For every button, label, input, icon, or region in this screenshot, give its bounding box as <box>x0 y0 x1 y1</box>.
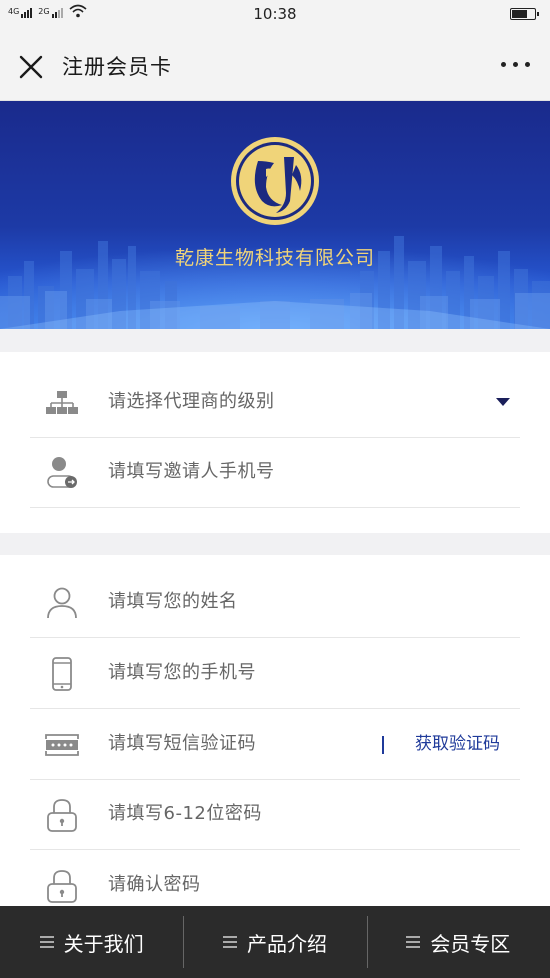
page-title: 注册会员卡 <box>62 55 172 79</box>
name-field[interactable]: 请填写您的姓名 <box>30 568 520 638</box>
user-icon <box>47 587 77 619</box>
phone-field[interactable]: 请填写您的手机号 <box>30 639 520 709</box>
company-logo <box>231 137 319 225</box>
tab-about-us[interactable]: 关于我们 <box>0 906 183 978</box>
name-placeholder: 请填写您的姓名 <box>108 591 238 612</box>
company-banner: 乾康生物科技有限公司 <box>0 101 550 329</box>
mobile-phone-icon <box>52 657 72 691</box>
clock: 10:38 <box>253 5 297 23</box>
sms-code-field[interactable]: 请填写短信验证码 获取验证码 <box>30 710 520 780</box>
agent-level-select[interactable]: 请选择代理商的级别 <box>30 368 520 438</box>
tab-label: 关于我们 <box>63 931 144 956</box>
password-placeholder: 请填写6-12位密码 <box>108 803 262 824</box>
close-icon[interactable] <box>14 50 48 84</box>
sms-code-placeholder: 请填写短信验证码 <box>108 733 256 754</box>
city-skyline-image <box>0 137 550 329</box>
invite-user-icon <box>47 457 77 488</box>
agent-level-placeholder: 请选择代理商的级别 <box>108 391 275 412</box>
phone-placeholder: 请填写您的手机号 <box>108 662 256 683</box>
tab-products[interactable]: 产品介绍 <box>183 906 366 978</box>
divider <box>382 736 384 754</box>
lock-icon <box>47 870 77 903</box>
menu-icon <box>39 936 54 948</box>
sms-code-icon <box>45 734 79 756</box>
company-name: 乾康生物科技有限公司 <box>174 247 375 269</box>
get-code-button[interactable]: 获取验证码 <box>415 710 500 778</box>
menu-icon <box>222 936 237 948</box>
more-dots-icon[interactable] <box>501 58 530 71</box>
chevron-down-icon[interactable] <box>496 398 510 406</box>
inviter-phone-placeholder: 请填写邀请人手机号 <box>108 461 275 482</box>
password-field[interactable]: 请填写6-12位密码 <box>30 780 520 850</box>
status-bar: 4G 2G 10:38 <box>0 0 550 30</box>
nav-bar: 注册会员卡 <box>0 30 550 101</box>
tab-label: 产品介绍 <box>246 931 327 956</box>
menu-icon <box>406 936 421 948</box>
bottom-tab-bar: 关于我们 产品介绍 会员专区 <box>0 906 550 978</box>
lock-icon <box>47 799 77 832</box>
inviter-phone-field[interactable]: 请填写邀请人手机号 <box>30 438 520 508</box>
tab-member-zone[interactable]: 会员专区 <box>366 906 550 978</box>
personal-info-section: 请填写您的姓名 请填写您的手机号 请填写短信验证码 获取验证码 请填写6-12位… <box>0 555 550 910</box>
battery-icon <box>510 8 539 20</box>
org-chart-icon <box>46 391 78 414</box>
agent-section: 请选择代理商的级别 请填写邀请人手机号 <box>0 352 550 533</box>
tab-label: 会员专区 <box>430 931 511 956</box>
